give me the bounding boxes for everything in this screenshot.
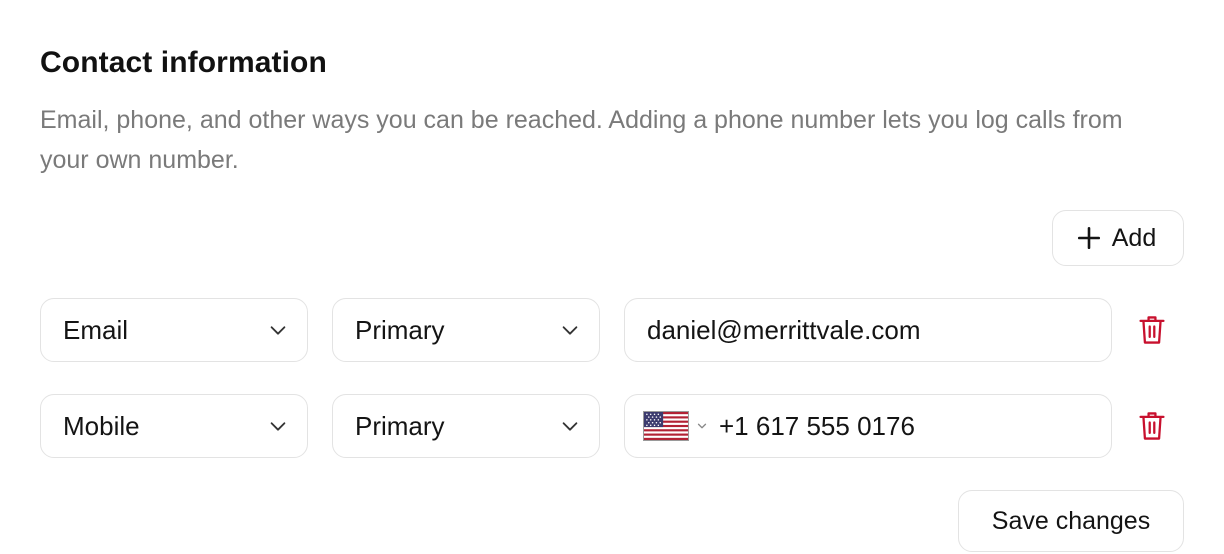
- country-code-selector[interactable]: [643, 411, 719, 441]
- delete-email-button[interactable]: [1136, 312, 1168, 348]
- contact-priority-value: Primary: [355, 410, 445, 441]
- us-flag-icon: [643, 411, 689, 441]
- chevron-down-icon: [562, 422, 578, 431]
- section-title: Contact information: [40, 46, 327, 79]
- contact-type-value: Email: [63, 314, 129, 345]
- contact-type-select[interactable]: Mobile: [40, 394, 308, 458]
- contact-type-value: Mobile: [63, 410, 140, 441]
- add-contact-button[interactable]: Add: [1052, 210, 1184, 266]
- chevron-down-icon: [270, 422, 286, 431]
- delete-phone-button[interactable]: [1136, 408, 1168, 444]
- save-changes-button[interactable]: Save changes: [958, 490, 1184, 552]
- contact-priority-select[interactable]: Primary: [332, 298, 600, 362]
- trash-icon: [1139, 412, 1165, 440]
- chevron-down-icon: [562, 326, 578, 335]
- contact-priority-value: Primary: [355, 314, 445, 345]
- email-value: daniel@merrittvale.com: [647, 314, 921, 345]
- email-field[interactable]: daniel@merrittvale.com: [624, 298, 1112, 362]
- contact-type-select[interactable]: Email: [40, 298, 308, 362]
- save-button-label: Save changes: [991, 506, 1151, 535]
- phone-field[interactable]: +1 617 555 0176: [624, 394, 1112, 458]
- chevron-down-icon: [697, 423, 707, 429]
- contact-priority-select[interactable]: Primary: [332, 394, 600, 458]
- trash-icon: [1139, 316, 1165, 344]
- plus-icon: [1077, 226, 1100, 250]
- chevron-down-icon: [270, 326, 286, 335]
- phone-value: +1 617 555 0176: [719, 410, 915, 441]
- section-description: Email, phone, and other ways you can be …: [40, 106, 1123, 174]
- add-button-label: Add: [1111, 223, 1157, 252]
